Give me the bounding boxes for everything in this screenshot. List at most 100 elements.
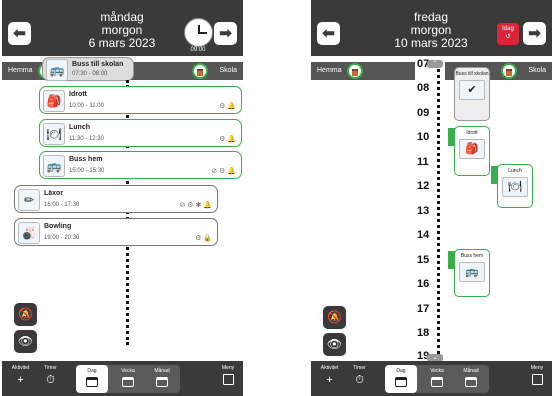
activity-card[interactable]: 🍽 Lunch 11:30 - 12:30 ⚙ 🔔 <box>39 119 242 147</box>
hide-completed-button[interactable]: 🔕 <box>323 306 346 329</box>
reminder-icons: ⚙ 🔔 <box>219 103 236 110</box>
activity-card[interactable]: Buss hem 🚌 <box>454 249 490 297</box>
calendar-month-icon <box>465 377 477 387</box>
clock-icon <box>184 18 213 47</box>
chevron-up-icon: ⌃ <box>432 61 438 67</box>
activity-title: Buss till skolan <box>455 71 489 77</box>
activity-title: Läxor <box>44 190 64 197</box>
activity-card[interactable]: 🚌 Buss hem 15:00 - 15:30 ⊘ ⚙ 🔔 <box>39 151 242 179</box>
day-view-timeline: ⬅ fredag morgon 10 mars 2023 Idag ↺ ➡ Hem… <box>311 0 552 396</box>
sportsbag-icon: 🎒 <box>459 139 485 159</box>
activity-time: 11:30 - 12:30 <box>69 136 104 142</box>
arrow-right-icon: ➡ <box>219 25 232 42</box>
date: 10 mars 2023 <box>394 36 468 50</box>
eye-icon: 👁 <box>326 337 343 351</box>
plus-icon: + <box>326 374 333 386</box>
activity-card[interactable]: 🎒 Idrott 10:00 - 11:00 ⚙ 🔔 <box>39 86 242 114</box>
menu-button[interactable]: Meny <box>216 365 240 393</box>
grid-icon <box>222 374 234 385</box>
bus-done-icon: ✔ <box>459 80 485 100</box>
tab-day-label: Dag <box>396 368 406 374</box>
next-day-button[interactable]: ➡ <box>523 22 546 45</box>
menu-label: Meny <box>221 365 235 371</box>
reminder-icons: ⚙ 🔒 <box>195 235 212 242</box>
reminder-icons: ⚙ 🔔 <box>219 136 236 143</box>
hour-label: 14 <box>417 229 430 241</box>
activity-card[interactable]: Idrott 🎒 <box>454 126 490 176</box>
activity-title: Idrott <box>69 91 87 98</box>
hour-label: 11 <box>417 156 429 168</box>
activity-label: Aktivitet <box>320 365 339 371</box>
bus-icon: 🚌 <box>43 155 65 177</box>
calendar-week-icon <box>431 377 443 387</box>
lunch-icon: 🍽 <box>502 177 528 197</box>
add-activity-button[interactable]: Aktivitet + <box>8 365 33 393</box>
menu-button[interactable]: Meny <box>525 365 549 393</box>
hour-label: 08 <box>417 82 430 94</box>
add-activity-button[interactable]: Aktivitet + <box>317 365 342 393</box>
visibility-button[interactable]: 👁 <box>323 333 346 356</box>
activity-card[interactable]: Buss till skolan ✔ <box>454 67 490 121</box>
bus-icon: 🚌 <box>459 262 485 282</box>
eye-icon: 👁 <box>17 334 34 348</box>
tab-month[interactable]: Månad <box>146 365 178 393</box>
tab-month-label: Månad <box>463 368 479 374</box>
hour-label: 16 <box>417 278 430 290</box>
activity-card[interactable]: 🚌 Buss till skolan 07:30 - 08:00 <box>42 57 134 81</box>
homework-icon: ✏ <box>18 189 40 211</box>
header: ⬅ fredag morgon 10 mars 2023 Idag ↺ ➡ <box>311 0 552 56</box>
activity-card[interactable]: ✏ Läxor 16:00 - 17:30 ⊘ ⚙ ✱ 🔔 <box>14 185 218 213</box>
hour-column: 07 08 09 10 11 12 13 14 15 16 17 18 19 <box>415 58 445 362</box>
prev-day-button[interactable]: ⬅ <box>8 22 31 45</box>
activity-title: Lunch <box>69 124 90 131</box>
tab-week[interactable]: Vecka <box>112 365 144 393</box>
lunch-icon: 🍽 <box>43 123 65 145</box>
hide-completed-button[interactable]: 🔕 <box>14 303 37 326</box>
sportsbag-icon: 🎒 <box>43 90 65 112</box>
prev-day-button[interactable]: ⬅ <box>317 22 340 45</box>
activity-title: Buss hem <box>460 253 484 259</box>
stopwatch-icon: ⏱ <box>355 374 364 386</box>
activity-time: 10:00 - 11:00 <box>69 103 104 109</box>
timer-label: Timer <box>353 365 366 371</box>
tab-month[interactable]: Månad <box>455 365 487 393</box>
tab-day[interactable]: Dag <box>385 365 417 393</box>
hour-label: 18 <box>417 327 430 339</box>
tab-week-label: Vecka <box>430 368 444 374</box>
tab-week[interactable]: Vecka <box>421 365 453 393</box>
bus-icon: 🚌 <box>46 59 68 81</box>
clock-time: 09:00 <box>190 47 206 53</box>
today-button[interactable]: Idag ↺ <box>497 23 519 45</box>
tab-day-label: Dag <box>87 368 97 374</box>
tab-day[interactable]: Dag <box>76 365 108 393</box>
activity-card[interactable]: Lunch 🍽 <box>497 164 533 208</box>
timer-button[interactable]: Timer ⏱ <box>38 365 63 393</box>
hour-label: 10 <box>417 131 430 143</box>
from-location: Hemma <box>8 67 33 74</box>
next-day-button[interactable]: ➡ <box>214 22 237 45</box>
activity-title: Buss hem <box>69 156 103 163</box>
visibility-button[interactable]: 👁 <box>14 330 37 353</box>
scroll-up-button[interactable]: ⌃ <box>427 60 443 68</box>
timer-label: Timer <box>44 365 57 371</box>
activity-time: 16:00 - 17:30 <box>44 202 80 208</box>
timeline <box>437 62 440 361</box>
reminder-icons: ⊘ ⚙ 🔔 <box>211 168 236 175</box>
today-label: Idag <box>502 26 514 32</box>
activity-card[interactable]: 🎳 Bowling 19:00 - 20:30 ⚙ 🔒 <box>14 218 218 246</box>
home-icon <box>347 63 363 79</box>
timer-button[interactable]: Timer ⏱ <box>347 365 372 393</box>
header-titles: fredag morgon 10 mars 2023 <box>371 11 491 50</box>
menu-label: Meny <box>530 365 544 371</box>
plus-icon: + <box>17 374 24 386</box>
hour-label: 09 <box>417 107 430 119</box>
bell-off-icon: 🔕 <box>327 310 342 324</box>
bell-off-icon: 🔕 <box>18 307 33 321</box>
bottom-toolbar: Aktivitet + Timer ⏱ Dag Vecka Månad Meny <box>2 361 243 396</box>
arrow-right-icon: ➡ <box>528 25 541 42</box>
hour-label: 15 <box>417 254 430 266</box>
activity-time: 07:30 - 08:00 <box>72 71 108 77</box>
school-icon <box>501 63 517 79</box>
stopwatch-icon: ⏱ <box>46 374 55 386</box>
refresh-icon: ↺ <box>505 34 511 40</box>
